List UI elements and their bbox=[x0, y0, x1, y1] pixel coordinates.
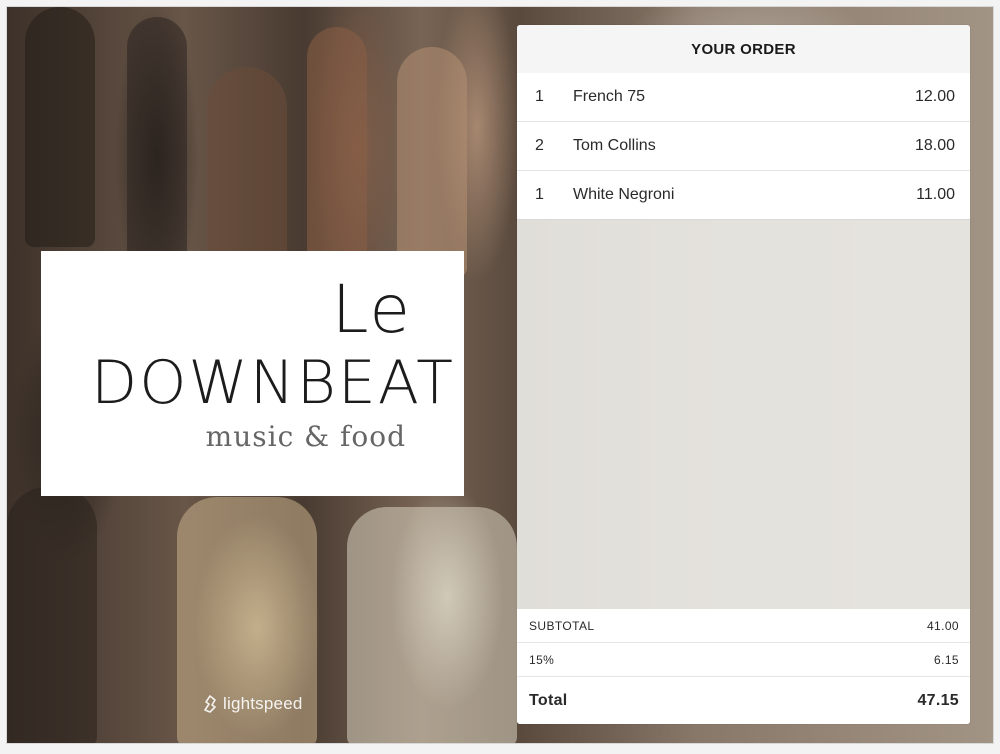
item-price: 12.00 bbox=[914, 88, 955, 105]
logo-text-name: Downbeat bbox=[91, 348, 455, 418]
logo-tagline: music & food bbox=[205, 420, 406, 453]
total-row: Total 47.15 bbox=[517, 677, 970, 724]
logo-text-le: Le bbox=[331, 271, 412, 348]
brand-name: lightspeed bbox=[223, 694, 303, 713]
order-totals: SUBTOTAL 41.00 15% 6.15 Total 47.15 bbox=[517, 609, 970, 724]
item-quantity: 1 bbox=[535, 88, 544, 105]
total-value: 47.15 bbox=[917, 691, 959, 709]
order-item-list: 1 French 75 12.00 2 Tom Collins 18.00 1 … bbox=[517, 73, 970, 220]
lightspeed-flame-icon bbox=[204, 695, 216, 713]
order-item: 1 White Negroni 11.00 bbox=[517, 171, 970, 220]
tax-row: 15% 6.15 bbox=[517, 643, 970, 677]
item-quantity: 2 bbox=[535, 137, 544, 154]
tax-value: 6.15 bbox=[934, 652, 959, 667]
item-name: French 75 bbox=[573, 88, 646, 105]
item-quantity: 1 bbox=[535, 186, 544, 203]
order-panel: YOUR ORDER 1 French 75 12.00 2 Tom Colli… bbox=[517, 25, 970, 724]
order-item: 1 French 75 12.00 bbox=[517, 73, 970, 122]
subtotal-row: SUBTOTAL 41.00 bbox=[517, 609, 970, 643]
item-price: 18.00 bbox=[914, 137, 955, 154]
subtotal-label: SUBTOTAL bbox=[529, 618, 595, 633]
item-price: 11.00 bbox=[916, 186, 955, 203]
subtotal-value: 41.00 bbox=[926, 618, 959, 633]
order-header: YOUR ORDER bbox=[517, 25, 970, 73]
restaurant-logo-card: Le Downbeat music & food bbox=[41, 251, 464, 496]
lightspeed-brand: lightspeed bbox=[203, 693, 303, 715]
order-item: 2 Tom Collins 18.00 bbox=[517, 122, 970, 171]
total-label: Total bbox=[529, 691, 568, 709]
item-name: Tom Collins bbox=[573, 137, 656, 154]
item-name: White Negroni bbox=[573, 186, 675, 203]
customer-display: Le Downbeat music & food lightspeed YOUR… bbox=[6, 6, 994, 744]
tax-label: 15% bbox=[529, 652, 555, 667]
